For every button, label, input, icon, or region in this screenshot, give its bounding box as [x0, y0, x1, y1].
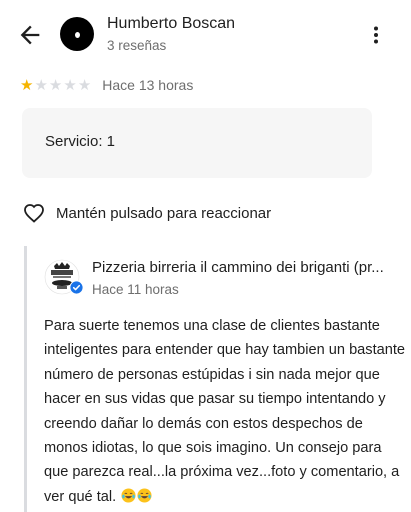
reply-indent-bar	[24, 246, 27, 512]
react-button[interactable]: Mantén pulsado para reaccionar	[22, 201, 271, 225]
review-detail-box: Servicio: 1	[22, 108, 372, 178]
star-empty-icon: ★	[63, 76, 77, 94]
reply-text: Para suerte tenemos una clase de cliente…	[44, 318, 406, 505]
business-name[interactable]: Pizzeria birreria il cammino dei brigant…	[92, 259, 408, 276]
verified-badge-icon	[69, 280, 84, 295]
reply-text-block: Para suerte tenemos una clase de cliente…	[44, 314, 406, 509]
star-empty-icon: ★	[34, 76, 48, 94]
star-empty-icon: ★	[77, 76, 92, 94]
heart-outline-icon	[24, 204, 44, 223]
reply-emojis	[120, 488, 152, 505]
star-filled-icon: ★	[20, 76, 34, 94]
review-time: Hace 13 horas	[102, 77, 194, 93]
user-avatar[interactable]	[60, 17, 94, 51]
star-empty-icon: ★	[48, 76, 63, 94]
review-header: Humberto Boscan 3 reseñas	[0, 0, 411, 70]
avatar-dot	[75, 32, 80, 38]
face-with-tears-of-joy-emoji	[121, 488, 136, 503]
reviewer-name[interactable]: Humberto Boscan	[107, 15, 235, 33]
rating-row: ★ ★ ★ ★ ★ Hace 13 horas	[20, 74, 193, 96]
face-with-tears-of-joy-emoji	[137, 488, 152, 503]
star-rating: ★ ★ ★ ★ ★	[20, 78, 91, 93]
react-label: Mantén pulsado para reaccionar	[56, 204, 272, 222]
more-options-icon[interactable]	[364, 23, 388, 47]
back-arrow-icon[interactable]	[16, 21, 44, 49]
reviewer-review-count: 3 reseñas	[107, 38, 167, 53]
reply-time: Hace 11 horas	[92, 282, 179, 297]
owner-reply: Pizzeria birreria il cammino dei brigant…	[24, 246, 411, 512]
service-rating-text: Servicio: 1	[45, 133, 116, 150]
